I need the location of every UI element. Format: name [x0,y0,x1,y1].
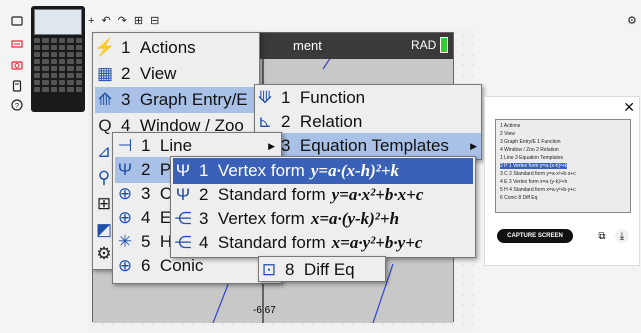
thumbnail-text: 6 Conic 8 Diff Eq [500,195,538,201]
thumbnail-text: 3 Graph Entry/E 1 Function [500,139,561,145]
mini-calculator[interactable] [31,6,85,112]
parabola-icon: Ψ [175,161,191,180]
formula-text: x=a·(y-k)²+h [310,209,400,228]
copy-icon[interactable]: ⧉ [595,229,609,243]
capture-preview-panel: ✕ 1 Actions 2 View 3 Graph Entry/E 1 Fun… [484,96,640,266]
gear-icon: ⚙ [96,244,112,263]
axis-value-label: -6.67 [253,305,276,316]
menu-item-relation[interactable]: ⊾ 2 Relation [255,109,481,135]
menu-item-actions[interactable]: ⚡ 1 Actions [94,35,257,61]
thumbnail-text: 3 C 2 Standard form y=a·x²+b·x+c [500,171,576,177]
mini-calculator-screen [34,9,82,35]
mini-calculator-keys [34,38,82,92]
submenu-arrow-icon: ▶ [268,140,275,151]
screenshot-icon[interactable] [10,37,24,51]
thumbnail-text: 2 P 1 Vertex form y=a·(x-h)²+k [500,163,568,169]
hyperbola-icon: ✳ [117,232,133,251]
thumbnail-text: 2 View [500,131,515,137]
graph-entry-submenu: ⟱ 1 Function ⊾ 2 Relation ⊕ 3 Equation T… [254,84,482,160]
sideways-parabola-icon: ⋲ [174,209,192,228]
svg-text:?: ? [15,103,19,110]
menu-item-vertex-form-y[interactable]: Ψ 1 Vertex form y=a·(x-h)²+k [173,158,473,184]
add-icon[interactable]: + [88,14,94,28]
battery-icon [440,37,448,53]
trace-icon: ⊿ [96,142,112,161]
parabola-icon: Ψ [117,160,133,179]
menu-item-diff-eq[interactable]: ⊡ 8 Diff Eq [259,257,385,283]
calculator-icon[interactable] [10,79,24,93]
angle-mode-label: RAD [411,38,437,52]
redo-icon[interactable]: ↷ [118,14,127,28]
parabola-icon: Ψ [175,185,191,204]
parabola-submenu: Ψ 1 Vertex form y=a·(x-h)²+k Ψ 2 Standar… [170,156,476,258]
formula-text: x=a·y²+b·y+c [331,233,423,252]
diff-eq-submenu: ⊡ 8 Diff Eq [258,256,386,282]
formula-text: y=a·x²+b·x+c [331,185,424,204]
line-icon: ⊣ [117,136,133,155]
layout-icon[interactable]: ⊞ [134,14,143,28]
menu-item-function[interactable]: ⟱ 1 Function [255,85,481,111]
help-icon[interactable]: ? [10,98,24,112]
menu-item-vertex-form-x[interactable]: ⋲ 3 Vertex form x=a·(y-k)²+h [173,206,473,232]
left-rail: ? [0,0,32,333]
ellipse-icon: ⊕ [117,208,133,227]
diff-eq-icon: ⊡ [261,260,277,279]
view-icon: ▦ [96,64,114,83]
thumbnail-text: 1 Line 3 Equation Templates [500,155,564,161]
sideways-parabola-icon: ⋲ [174,233,192,252]
document-title: ment [293,38,322,53]
thumbnail-text: 4 Window / Zoo 2 Relation [500,147,559,153]
analyze-icon: ⚲ [97,168,111,187]
camera-icon[interactable] [10,58,24,72]
toolbar: + ↶ ↷ ⊞ ⊟ [88,14,159,28]
folder-icon[interactable] [10,14,24,28]
table-icon: ⊞ [96,194,112,213]
download-icon[interactable]: ⤓ [615,229,629,243]
capture-screen-button[interactable]: CAPTURE SCREEN [497,229,573,243]
conic-icon: ⊕ [117,256,133,275]
undo-icon[interactable]: ↶ [101,14,110,28]
menu-item-standard-form-x[interactable]: ⋲ 4 Standard form x=a·y²+b·y+c [173,230,473,256]
graph-entry-icon: ⟰ [97,90,113,109]
close-icon[interactable]: ✕ [623,99,635,116]
screen-thumbnail: 1 Actions 2 View 3 Graph Entry/E 1 Funct… [495,119,631,213]
thumbnail-text: 5 H 4 Standard form x=a·y²+b·y+c [500,187,576,193]
menu-item-graph-entry[interactable]: ⟰ 3 Graph Entry/E [95,87,257,113]
layout-alt-icon[interactable]: ⊟ [150,14,159,28]
formula-text: y=a·(x-h)²+k [310,161,400,180]
thumbnail-text: 4 E 3 Vertex form x=a·(y-k)²+h [500,179,568,185]
menu-item-view[interactable]: ▦ 2 View [95,61,257,87]
geometry-icon: ◩ [95,220,113,239]
function-icon: ⟱ [257,88,273,107]
submenu-arrow-icon: ▶ [470,140,477,151]
menu-item-standard-form-y[interactable]: Ψ 2 Standard form y=a·x²+b·x+c [173,182,473,208]
circle-icon: ⊕ [117,184,133,203]
relation-icon: ⊾ [257,112,273,131]
settings-icon[interactable]: ⚙ [627,14,637,27]
thumbnail-text: 1 Actions [500,123,521,129]
actions-icon: ⚡ [94,38,116,57]
